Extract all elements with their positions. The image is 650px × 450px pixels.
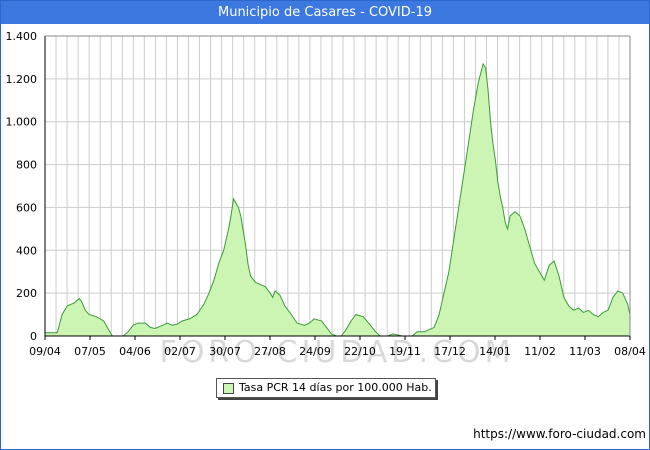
x-tick-label: 11/03 xyxy=(569,345,601,358)
x-tick-label: 07/05 xyxy=(74,345,106,358)
x-tick-label: 14/01 xyxy=(479,345,511,358)
x-tick-label: 22/10 xyxy=(344,345,376,358)
x-tick-label: 19/11 xyxy=(389,345,421,358)
x-tick-label: 02/07 xyxy=(164,345,196,358)
y-tick-label: 1.400 xyxy=(6,30,38,43)
y-tick-label: 0 xyxy=(30,330,37,343)
x-tick-label: 27/08 xyxy=(254,345,286,358)
y-tick-label: 800 xyxy=(16,159,37,172)
x-tick-label: 09/04 xyxy=(29,345,61,358)
y-tick-label: 600 xyxy=(16,201,37,214)
y-tick-label: 1.200 xyxy=(6,73,38,86)
x-tick-label: 24/09 xyxy=(299,345,331,358)
x-tick-label: 30/07 xyxy=(209,345,241,358)
legend-label: Tasa PCR 14 días por 100.000 Hab. xyxy=(239,381,432,394)
y-tick-label: 1.000 xyxy=(6,116,38,129)
x-tick-label: 04/06 xyxy=(119,345,151,358)
source-url[interactable]: https://www.foro-ciudad.com xyxy=(473,427,646,441)
x-tick-label: 08/04 xyxy=(614,345,646,358)
x-tick-label: 11/02 xyxy=(524,345,556,358)
legend: Tasa PCR 14 días por 100.000 Hab. xyxy=(216,378,436,398)
y-tick-label: 200 xyxy=(16,287,37,300)
y-tick-label: 400 xyxy=(16,244,37,257)
legend-swatch xyxy=(223,383,234,394)
x-tick-label: 17/12 xyxy=(434,345,466,358)
